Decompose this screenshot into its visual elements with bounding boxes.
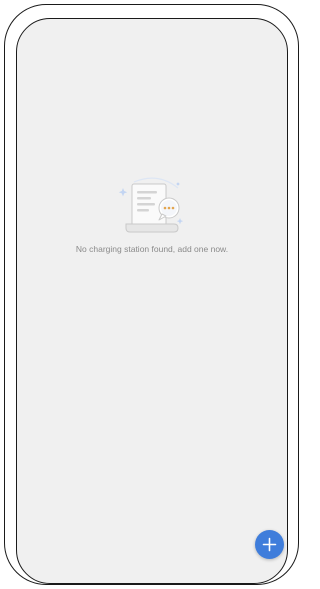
add-station-button[interactable] [255,530,284,559]
empty-state: No charging station found, add one now. [17,174,287,254]
empty-document-chat-icon [118,177,184,233]
empty-state-message: No charging station found, add one now. [75,244,229,254]
plus-icon [262,537,277,552]
app-screen: No charging station found, add one now. [16,18,288,584]
